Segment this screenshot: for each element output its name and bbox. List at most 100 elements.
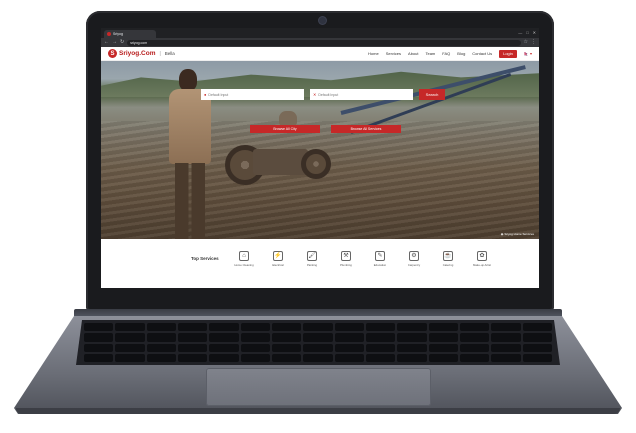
keyboard-key <box>397 343 427 352</box>
education-icon: ✎ <box>375 250 385 261</box>
service-label: Painting <box>306 262 318 267</box>
maximize-button[interactable]: □ <box>526 31 528 35</box>
location-input[interactable] <box>208 92 301 97</box>
camera-icon: ◉ <box>500 232 504 236</box>
keyboard-key <box>491 323 521 332</box>
keyboard-key <box>209 333 239 342</box>
browser-tabstrip: Sriyog — □ ✕ <box>101 28 539 38</box>
nav-team[interactable]: Team <box>425 51 435 56</box>
painting-icon: 🖌 <box>307 250 317 261</box>
nav-services[interactable]: Services <box>386 51 401 56</box>
browse-services-button[interactable]: Browse All Services <box>331 125 401 133</box>
keyboard-key <box>366 323 396 332</box>
login-button[interactable]: Login <box>499 49 517 58</box>
site-logo[interactable]: S Sriyog.Com | Bella <box>108 49 175 58</box>
service-label: Carpentry <box>407 262 421 267</box>
keyboard-key <box>115 353 145 362</box>
close-button[interactable]: ✕ <box>533 31 536 35</box>
keyboard-key <box>272 353 302 362</box>
laptop-base-edge <box>16 408 620 414</box>
address-bar[interactable]: sriyog.com <box>127 39 521 46</box>
menu-icon[interactable]: ⋮ <box>531 40 536 45</box>
hero-caption-text: Sriyog Home Services <box>504 232 534 236</box>
laptop-keyboard <box>76 320 560 365</box>
keyboard-key <box>303 333 333 342</box>
window-controls: — □ ✕ <box>518 31 539 35</box>
logo-mark-icon: S <box>108 49 117 58</box>
service-field[interactable]: ✕ <box>310 89 413 100</box>
nav-about[interactable]: About <box>408 51 418 56</box>
keyboard-key <box>303 353 333 362</box>
service-electrical[interactable]: ⚡ Electrical <box>265 250 291 267</box>
service-input[interactable] <box>318 92 410 97</box>
catering-icon: ☕ <box>443 250 453 261</box>
keyboard-key <box>84 353 114 362</box>
keyboard-key <box>240 353 270 362</box>
keyboard-key <box>428 333 458 342</box>
hero-tractor-image <box>223 131 333 191</box>
back-arrow-icon[interactable]: ← <box>104 40 109 45</box>
keyboard-key <box>115 333 145 342</box>
keyboard-key <box>146 333 176 342</box>
service-label: Electrical <box>272 262 284 267</box>
keyboard-key <box>366 353 396 362</box>
browser-tab[interactable]: Sriyog <box>104 30 156 38</box>
language-selector[interactable]: 🇳🇵 ▾ <box>524 51 532 56</box>
search-button[interactable]: Search <box>419 89 445 100</box>
keyboard-key <box>397 323 427 332</box>
service-plumbing[interactable]: ⚒ Plumbing <box>333 250 359 267</box>
main-nav: Home Services About Team FAQ Blog Contac… <box>368 49 532 58</box>
top-services-title: Top Services <box>191 256 219 261</box>
keyboard-key <box>397 353 427 362</box>
keyboard-key <box>366 343 396 352</box>
nav-home[interactable]: Home <box>368 51 379 56</box>
keyboard-key <box>366 333 396 342</box>
keyboard-key <box>146 353 176 362</box>
service-carpentry[interactable]: ⚙ Carpentry <box>401 250 427 267</box>
keyboard-key <box>522 343 552 352</box>
service-label: Education <box>373 262 387 267</box>
location-pin-icon: ● <box>204 92 207 97</box>
browser-toolbar: ← → ↻ sriyog.com ☆ ⋮ <box>101 38 539 47</box>
keyboard-key <box>334 353 364 362</box>
service-painting[interactable]: 🖌 Painting <box>299 250 325 267</box>
location-field[interactable]: ● <box>201 89 304 100</box>
service-makeup[interactable]: ✿ Make-up Artist <box>469 250 495 267</box>
keyboard-key <box>460 353 490 362</box>
keyboard-key <box>240 343 270 352</box>
hero-banner: ● ✕ Search Browse All City Browse All Se… <box>101 61 539 239</box>
keyboard-key <box>272 343 302 352</box>
hero-cta-row: Browse All City Browse All Services <box>250 125 401 133</box>
keyboard-key <box>240 323 270 332</box>
service-home-cleaning[interactable]: ⌂ Home Cleaning <box>231 250 257 267</box>
keyboard-key <box>491 353 521 362</box>
nav-blog[interactable]: Blog <box>457 51 465 56</box>
hero-search-bar: ● ✕ Search <box>201 89 445 100</box>
hero-caption: ◉ Sriyog Home Services <box>501 232 534 236</box>
service-label: Plumbing <box>340 262 352 267</box>
keyboard-key <box>178 353 208 362</box>
star-icon[interactable]: ☆ <box>524 40 528 45</box>
service-education[interactable]: ✎ Education <box>367 250 393 267</box>
keyboard-key <box>460 343 490 352</box>
browse-city-button[interactable]: Browse All City <box>250 125 320 133</box>
keyboard-key <box>334 323 364 332</box>
minimize-button[interactable]: — <box>518 31 522 35</box>
keyboard-key <box>272 323 302 332</box>
keyboard-key <box>397 333 427 342</box>
top-services-section: Top Services ⌂ Home Cleaning ⚡ Electrica… <box>101 239 539 278</box>
service-catering[interactable]: ☕ Catering <box>435 250 461 267</box>
nav-contact[interactable]: Contact Us <box>472 51 492 56</box>
logo-text: Sriyog.Com <box>119 50 156 57</box>
forward-arrow-icon[interactable]: → <box>112 40 117 45</box>
keyboard-key <box>209 323 239 332</box>
laptop-mockup: Sriyog — □ ✕ ← → ↻ sriyog.com ☆ ⋮ S Sriy… <box>0 0 636 433</box>
keyboard-key <box>209 353 239 362</box>
keyboard-key <box>334 333 364 342</box>
nav-faq[interactable]: FAQ <box>442 51 450 56</box>
keyboard-key <box>84 343 114 352</box>
favicon-icon <box>107 32 111 36</box>
reload-icon[interactable]: ↻ <box>120 40 124 45</box>
service-label: Catering <box>442 262 454 267</box>
site-header: S Sriyog.Com | Bella Home Services About… <box>101 47 539 61</box>
